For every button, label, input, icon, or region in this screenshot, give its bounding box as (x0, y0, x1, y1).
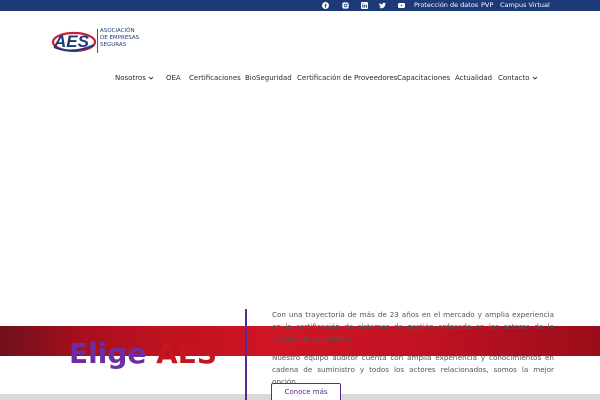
nav-item-certificacion-proveedores[interactable]: Certificación de Proveedores (297, 72, 397, 84)
aes-logo-mark: AES (52, 31, 97, 53)
nav-item-capacitaciones[interactable]: Capacitaciones (397, 72, 450, 84)
nav-item-bioseguridad[interactable]: BioSeguridad (245, 72, 292, 84)
top-bar: Protección de datos PVP Campus Virtual (0, 0, 600, 11)
privacy-link[interactable]: Protección de datos (414, 0, 478, 11)
chevron-down-icon[interactable] (148, 72, 154, 84)
nav-item-actualidad[interactable]: Actualidad (455, 72, 492, 84)
conoce-mas-button[interactable]: Conoce más (271, 383, 341, 400)
hero-title-brand: AES (156, 337, 218, 370)
chevron-down-icon[interactable] (532, 72, 538, 84)
pvp-link[interactable]: PVP (481, 0, 493, 11)
twitter-icon[interactable] (379, 2, 386, 9)
nav-item-contacto[interactable]: Contacto (498, 72, 530, 84)
campus-virtual-link[interactable]: Campus Virtual (500, 0, 550, 11)
logo-line-3: SEGURAS (100, 41, 127, 48)
logo-line-1: ASOCIACIÓN (100, 28, 135, 34)
hero-title-word: Elige (69, 337, 147, 370)
nav-item-certificaciones[interactable]: Certificaciones (189, 72, 241, 84)
logo-wordmark: ASOCIACIÓN DE EMPRESAS SEGURAS (100, 28, 139, 48)
hero-title: Elige AES (69, 337, 217, 371)
facebook-icon[interactable] (322, 2, 329, 9)
logo-mark-text: AES (53, 32, 90, 51)
linkedin-icon[interactable] (361, 2, 368, 9)
nav-item-oea[interactable]: OEA (166, 72, 181, 84)
instagram-icon[interactable] (342, 2, 349, 9)
logo-line-2: DE EMPRESAS (100, 34, 140, 41)
hero-paragraph-1: Con una trayectoria de más de 23 años en… (272, 310, 554, 343)
youtube-icon[interactable] (398, 2, 405, 9)
nav-item-nosotros[interactable]: Nosotros (115, 72, 146, 84)
logo-divider (97, 29, 98, 53)
hero-banner-shade (0, 326, 80, 356)
aes-logo[interactable]: AES ASOCIACIÓN DE EMPRESAS SEGURAS (52, 27, 142, 57)
hero-divider (245, 309, 247, 400)
